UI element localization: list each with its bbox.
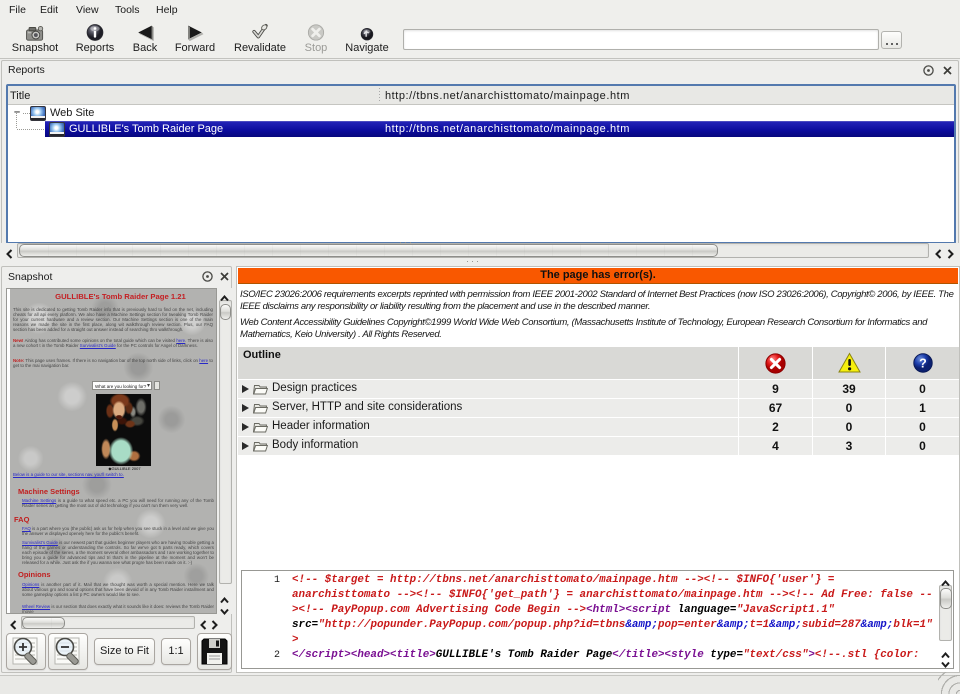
- svg-text:?: ?: [919, 356, 927, 370]
